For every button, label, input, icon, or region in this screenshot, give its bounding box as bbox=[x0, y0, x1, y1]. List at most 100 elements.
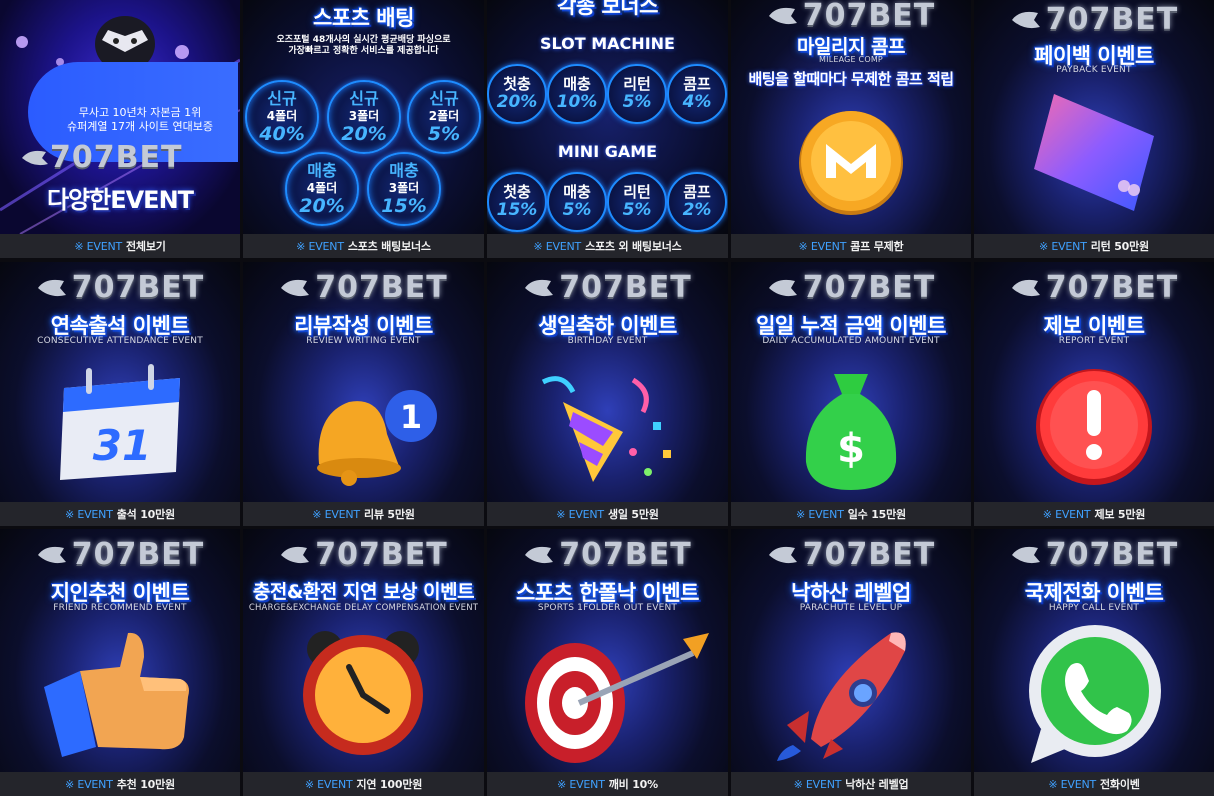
bonus-circle: 매충 4폴더 20% bbox=[285, 152, 359, 226]
event-subtitle: MILEAGE COMP bbox=[819, 55, 883, 64]
brand-logo: 707BET bbox=[0, 270, 240, 305]
bonus-circle: 리턴 5% bbox=[607, 172, 667, 232]
event-caption: ※ EVENT 출석 10만원 bbox=[0, 502, 240, 526]
event-card-delay[interactable]: 707BET 충전&환전 지연 보상 이벤트 CHARGE&EXCHANGE D… bbox=[243, 529, 484, 796]
brand-logo: 707BET bbox=[974, 270, 1214, 305]
slot-label: SLOT MACHINE bbox=[540, 34, 675, 53]
bonus-circle: 매충 3폴더 15% bbox=[367, 152, 441, 226]
svg-text:1: 1 bbox=[399, 398, 421, 436]
event-card-casino[interactable]: 각종 보너스 SLOT MACHINE 첫충 20% 매충 10% 리턴 5% 콤프 4… bbox=[487, 0, 728, 258]
brand-logo: 707BET bbox=[0, 537, 240, 572]
event-subtitle: PARACHUTE LEVEL UP bbox=[799, 603, 903, 613]
event-banner: 707BET 낙하산 레벨업 PARACHUTE LEVEL UP bbox=[731, 529, 971, 772]
event-caption: ※ EVENT 낙하산 레벨업 bbox=[731, 772, 971, 796]
panther-logo-icon bbox=[37, 279, 66, 296]
panther-logo-icon bbox=[768, 279, 797, 296]
panther-logo-icon bbox=[525, 279, 554, 296]
event-caption: ※ EVENT 제보 5만원 bbox=[974, 502, 1214, 526]
event-card-daily[interactable]: 707BET 일일 누적 금액 이벤트 DAILY ACCUMULATED AM… bbox=[731, 262, 971, 526]
bonus-circle: 매충 10% bbox=[547, 64, 607, 124]
bonus-circle: 첫충 20% bbox=[487, 64, 547, 124]
event-desc-2: 가장빠르고 정확한 서비스를 제공합니다 bbox=[288, 46, 439, 56]
event-card-report[interactable]: 707BET 제보 이벤트 REPORT EVENT ※ EVENT 제보 5만원 bbox=[974, 262, 1214, 526]
event-tagline: 배팅을 할때마다 무제한 콤프 적립 bbox=[748, 70, 954, 88]
event-card-all[interactable]: 무사고 10년차 자본금 1위 슈퍼계열 17개 사이트 연대보증 707BET… bbox=[0, 0, 240, 258]
brand-logo: 707BET bbox=[731, 270, 971, 305]
event-card-onefolder[interactable]: 707BET 스포츠 한폴낙 이벤트 SPORTS 1FOLDER OUT EV… bbox=[487, 529, 728, 796]
event-card-parachute[interactable]: 707BET 낙하산 레벨업 PARACHUTE LEVEL UP ※ EVEN… bbox=[731, 529, 971, 796]
thumbs-up-icon bbox=[44, 632, 189, 757]
event-card-attendance[interactable]: 707BET 연속출석 이벤트 CONSECUTIVE ATTENDANCE E… bbox=[0, 262, 240, 526]
panther-logo-icon bbox=[1011, 546, 1040, 563]
panther-logo-icon bbox=[281, 546, 310, 563]
bonus-circle: 콤프 2% bbox=[667, 172, 727, 232]
brand-logo: 707BET bbox=[974, 537, 1214, 572]
brand-logo: 707BET bbox=[243, 270, 484, 305]
bell-icon: 1 bbox=[316, 390, 437, 486]
event-banner: 707BET 스포츠 한폴낙 이벤트 SPORTS 1FOLDER OUT EV… bbox=[487, 529, 728, 772]
event-subtitle: BIRTHDAY EVENT bbox=[567, 336, 648, 346]
brand-logo: 707BET bbox=[731, 0, 971, 33]
event-banner: 707BET 리뷰작성 이벤트 REVIEW WRITING EVENT 1 bbox=[243, 262, 484, 502]
panther-logo-icon bbox=[1011, 11, 1040, 28]
event-caption: ※ EVENT 일수 15만원 bbox=[731, 502, 971, 526]
event-subtitle: SPORTS 1FOLDER OUT EVENT bbox=[537, 603, 678, 613]
event-banner: 707BET 국제전화 이벤트 HAPPY CALL EVENT bbox=[974, 529, 1214, 772]
event-banner: 707BET 제보 이벤트 REPORT EVENT bbox=[974, 262, 1214, 502]
event-caption: ※ EVENT 깨비 10% bbox=[487, 772, 728, 796]
bonus-circle: 리턴 5% bbox=[607, 64, 667, 124]
event-subtitle: DAILY ACCUMULATED AMOUNT EVENT bbox=[762, 336, 940, 346]
event-caption: ※ EVENT 전체보기 bbox=[0, 234, 240, 258]
event-card-payback[interactable]: 707BET 페이백 이벤트 PAYBACK EVENT ※ EVENT 리턴 5… bbox=[974, 0, 1214, 258]
event-banner: 무사고 10년차 자본금 1위 슈퍼계열 17개 사이트 연대보증 707BET… bbox=[0, 0, 240, 234]
brand-logo: 707BET bbox=[731, 537, 971, 572]
masked-figure-icon bbox=[95, 16, 155, 70]
event-subtitle: REVIEW WRITING EVENT bbox=[306, 336, 421, 346]
event-caption: ※ EVENT 지연 100만원 bbox=[243, 772, 484, 796]
panther-logo-icon bbox=[1011, 279, 1040, 296]
panther-logo-icon bbox=[768, 546, 797, 563]
event-card-review[interactable]: 707BET 리뷰작성 이벤트 REVIEW WRITING EVENT 1 ※… bbox=[243, 262, 484, 526]
event-subtitle: FRIEND RECOMMEND EVENT bbox=[53, 603, 187, 613]
bonus-circle: 첫충 15% bbox=[487, 172, 547, 232]
event-caption: ※ EVENT 전화이벤 bbox=[974, 772, 1214, 796]
bonus-circle: 매충 5% bbox=[547, 172, 607, 232]
event-card-call[interactable]: 707BET 국제전화 이벤트 HAPPY CALL EVENT ※ EVENT… bbox=[974, 529, 1214, 796]
event-banner: 707BET 연속출석 이벤트 CONSECUTIVE ATTENDANCE E… bbox=[0, 262, 240, 502]
event-title: 충전&환전 지연 보상 이벤트 bbox=[252, 581, 475, 603]
event-grid: 무사고 10년차 자본금 1위 슈퍼계열 17개 사이트 연대보증 707BET… bbox=[0, 0, 1214, 796]
phone-chat-icon bbox=[1029, 625, 1161, 763]
bonus-circle: 신규 2폴더 5% bbox=[407, 80, 481, 154]
alert-icon bbox=[1036, 369, 1152, 485]
event-subtitle: PAYBACK EVENT bbox=[1056, 65, 1132, 75]
svg-text:$: $ bbox=[837, 426, 865, 472]
event-banner: 707BET 충전&환전 지연 보상 이벤트 CHARGE&EXCHANGE D… bbox=[243, 529, 484, 772]
party-popper-icon bbox=[541, 376, 671, 482]
brand-logo: 707BET bbox=[974, 2, 1214, 37]
event-banner: 707BET 생일축하 이벤트 BIRTHDAY EVENT bbox=[487, 262, 728, 502]
alarm-clock-icon bbox=[302, 631, 423, 755]
event-subtitle: CHARGE&EXCHANGE DELAY COMPENSATION EVENT bbox=[248, 603, 479, 613]
event-card-birthday[interactable]: 707BET 생일축하 이벤트 BIRTHDAY EVENT ※ EVENT 생일… bbox=[487, 262, 728, 526]
event-banner: 스포츠 배팅 오즈포털 48개사의 실시간 평균배당 파싱으로 가장빠르고 정확… bbox=[243, 0, 484, 234]
event-banner: 707BET 마일리지 콤프 MILEAGE COMP 배팅을 할때마다 무제한… bbox=[731, 0, 971, 234]
mini-label: MINI GAME bbox=[557, 142, 658, 161]
rocket-icon bbox=[777, 632, 906, 761]
bonus-circle: 콤프 4% bbox=[667, 64, 727, 124]
bonus-circle: 신규 3폴더 20% bbox=[327, 80, 401, 154]
calendar-icon: 31 bbox=[60, 364, 180, 480]
promo-title: 다양한EVENT bbox=[46, 186, 194, 214]
target-icon bbox=[524, 633, 709, 763]
event-banner: 707BET 페이백 이벤트 PAYBACK EVENT bbox=[974, 0, 1214, 234]
credit-card-icon bbox=[1034, 94, 1154, 211]
brand-logo: 707BET bbox=[487, 537, 728, 572]
event-card-comp[interactable]: 707BET 마일리지 콤프 MILEAGE COMP 배팅을 할때마다 무제한… bbox=[731, 0, 971, 258]
event-card-friend[interactable]: 707BET 지인추천 이벤트 FRIEND RECOMMEND EVENT ※… bbox=[0, 529, 240, 796]
event-caption: ※ EVENT 콤프 무제한 bbox=[731, 234, 971, 258]
event-banner: 707BET 지인추천 이벤트 FRIEND RECOMMEND EVENT bbox=[0, 529, 240, 772]
event-title: 각종 보너스 bbox=[557, 0, 658, 18]
promo-line-2: 슈퍼계열 17개 사이트 연대보증 bbox=[67, 120, 213, 133]
event-card-sports[interactable]: 스포츠 배팅 오즈포털 48개사의 실시간 평균배당 파싱으로 가장빠르고 정확… bbox=[243, 0, 484, 258]
coin-icon bbox=[799, 111, 903, 215]
event-caption: ※ EVENT 스포츠 외 배팅보너스 bbox=[487, 234, 728, 258]
